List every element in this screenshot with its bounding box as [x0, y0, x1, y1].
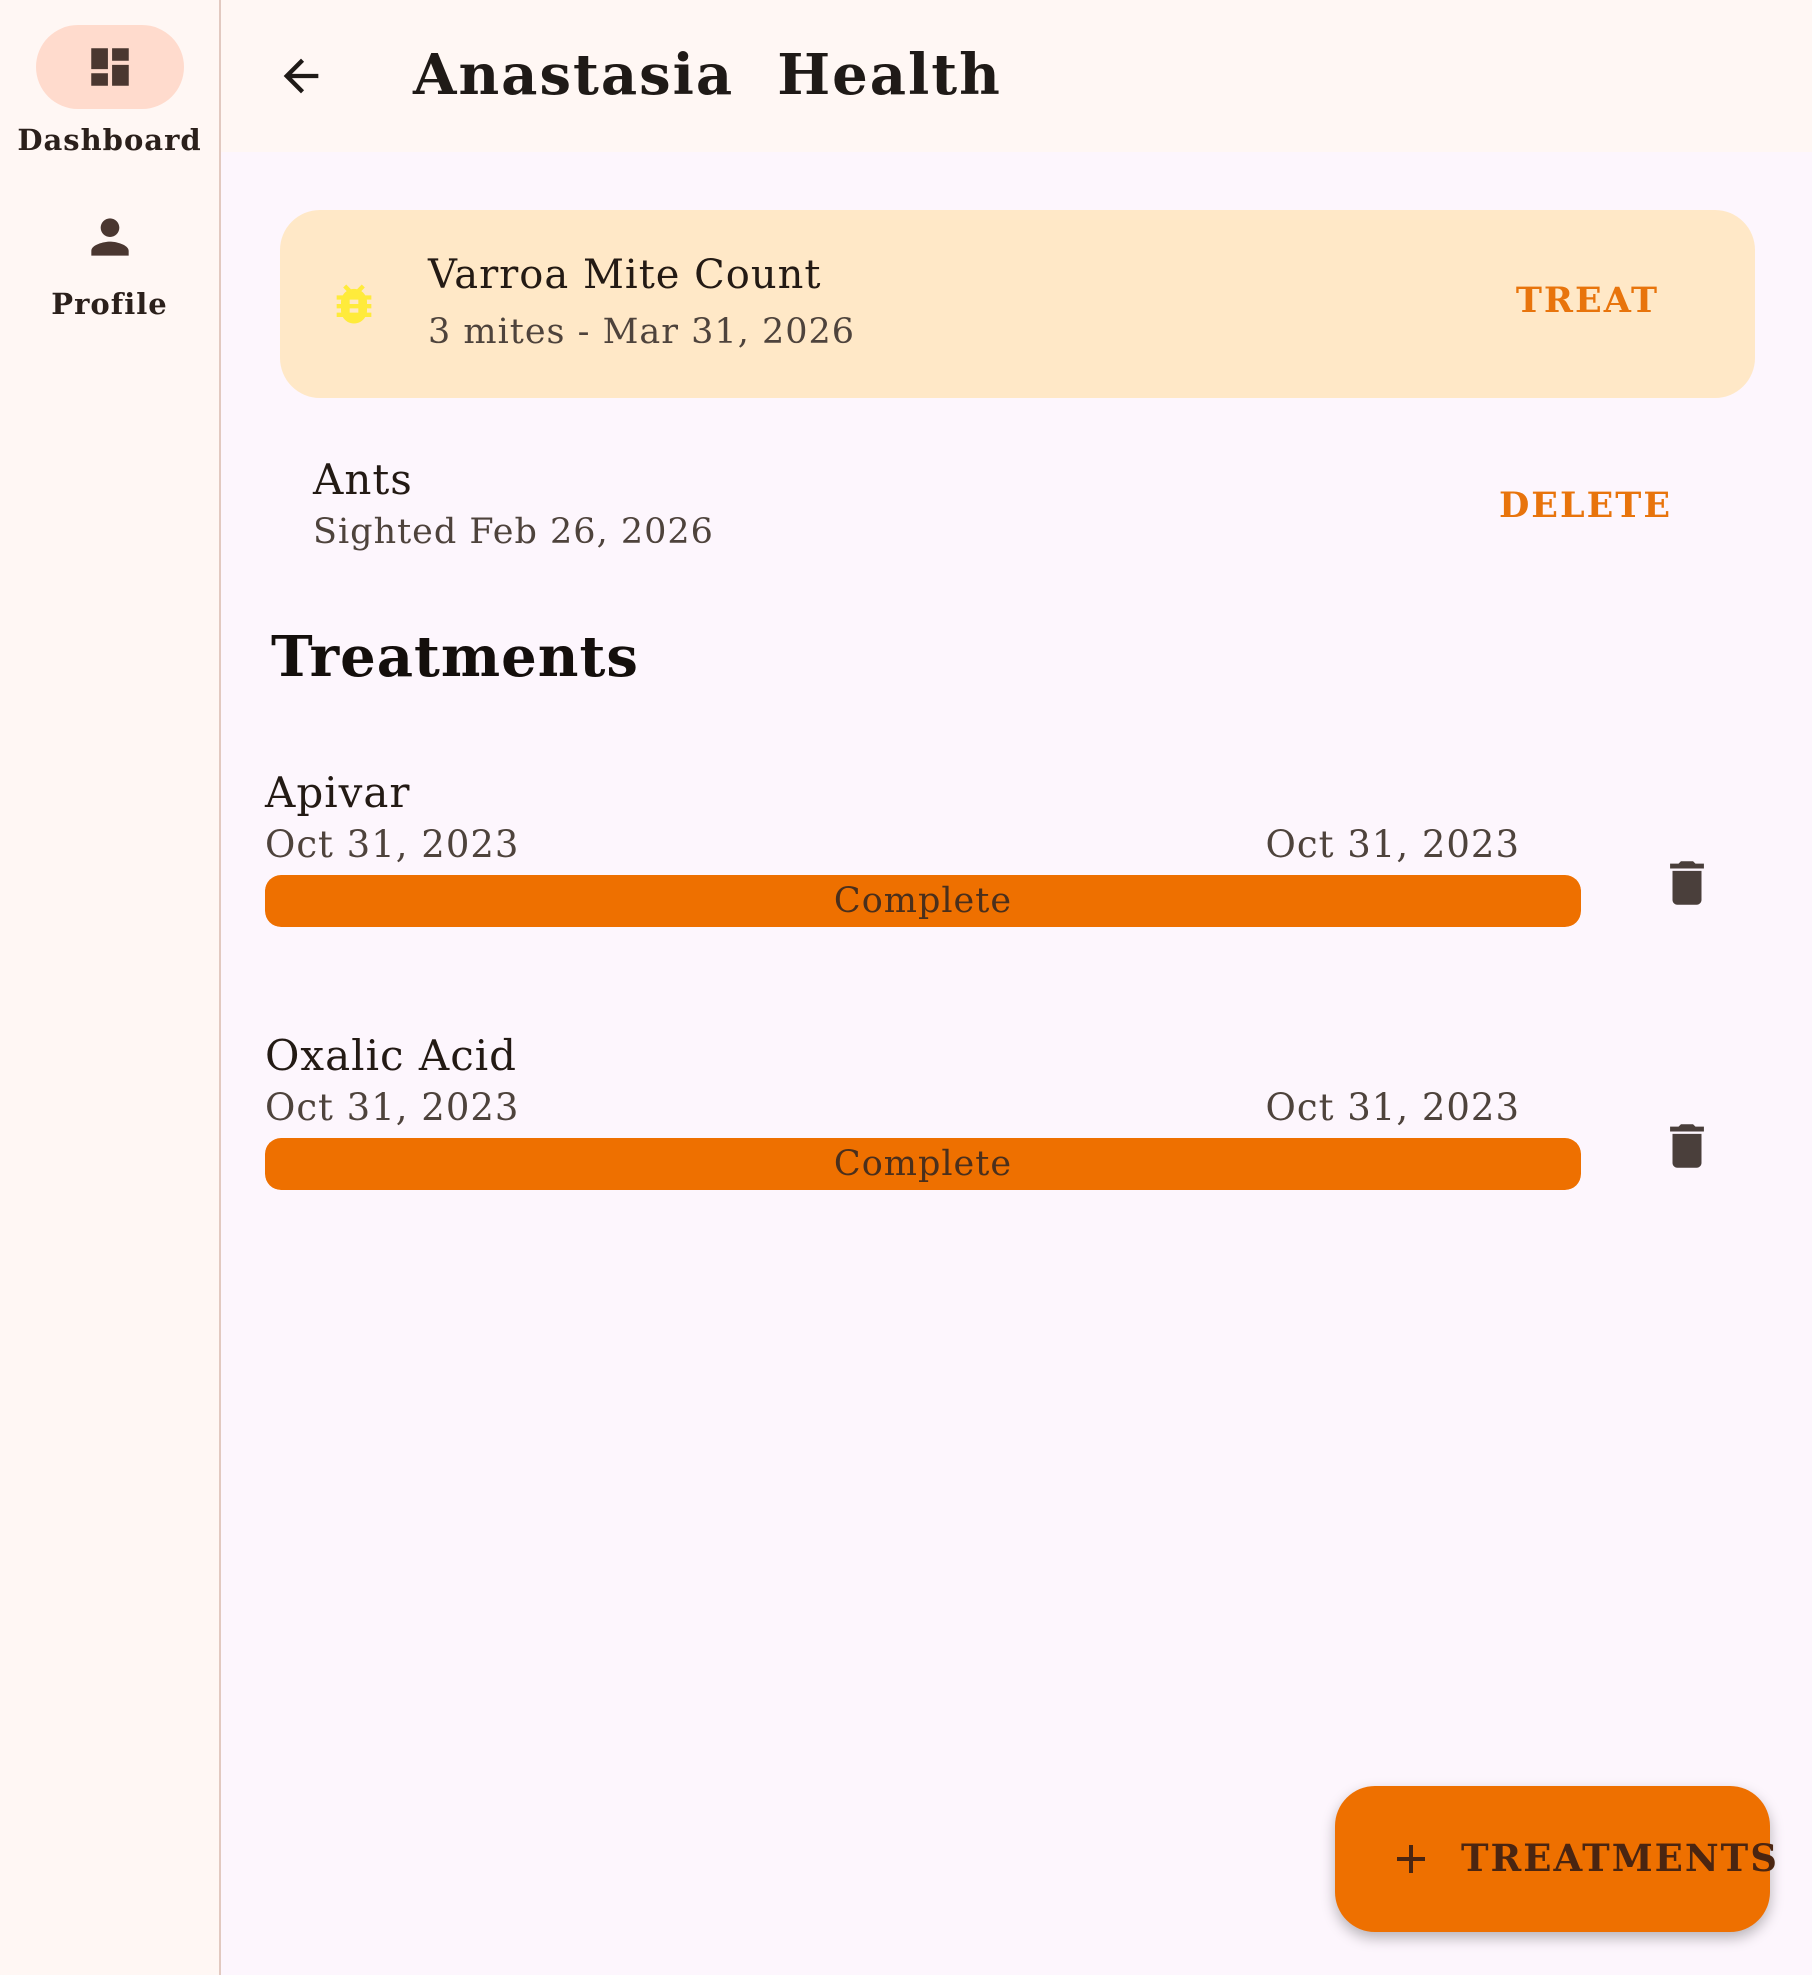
treatments-heading: Treatments — [271, 624, 639, 690]
app-bar: Anastasia Health — [221, 0, 1812, 152]
nav-item-dashboard-label: Dashboard — [17, 123, 202, 157]
nav-item-dashboard-indicator — [35, 25, 184, 109]
nav-item-profile-label: Profile — [51, 287, 168, 321]
page-title: Anastasia Health — [413, 42, 1002, 108]
delete-treatment-button[interactable] — [1657, 1111, 1717, 1181]
alert-subtitle: 3 mites - Mar 31, 2026 — [428, 312, 856, 352]
treatment-item: Apivar Oct 31, 2023 Oct 31, 2023 Complet… — [265, 768, 1715, 948]
dashboard-icon — [90, 48, 129, 86]
treatment-progress-bar: Complete — [265, 875, 1581, 927]
treatment-item: Oxalic Acid Oct 31, 2023 Oct 31, 2023 Co… — [265, 1031, 1715, 1211]
treatment-progress-bar: Complete — [265, 1138, 1581, 1190]
treatment-end-date: Oct 31, 2023 — [1265, 1086, 1520, 1129]
delete-sighting-button[interactable]: DELETE — [1499, 485, 1672, 526]
add-treatment-button[interactable]: TREATMENTS — [1335, 1786, 1777, 1932]
treatment-name: Oxalic Acid — [265, 1031, 518, 1080]
person-icon — [90, 218, 129, 256]
treatment-name: Apivar — [265, 768, 411, 817]
sighting-subtitle: Sighted Feb 26, 2026 — [313, 512, 714, 552]
bug-icon — [336, 284, 372, 324]
treatment-end-date: Oct 31, 2023 — [1265, 823, 1520, 866]
delete-treatment-button[interactable] — [1657, 848, 1717, 918]
treat-button[interactable]: TREAT — [1516, 280, 1659, 321]
plus-icon — [1397, 1845, 1425, 1873]
trash-icon — [1670, 1124, 1704, 1168]
treatment-start-date: Oct 31, 2023 — [265, 1086, 520, 1129]
sighting-title: Ants — [313, 455, 413, 504]
alert-title: Varroa Mite Count — [428, 252, 822, 298]
progress-status: Complete — [833, 881, 1013, 921]
nav-item-dashboard[interactable]: Dashboard — [0, 25, 219, 157]
navigation-rail: Dashboard Profile — [0, 0, 221, 1975]
varroa-alert-card: Varroa Mite Count 3 mites - Mar 31, 2026… — [280, 210, 1755, 398]
fab-label: TREATMENTS — [1461, 1836, 1779, 1880]
treatment-start-date: Oct 31, 2023 — [265, 823, 520, 866]
progress-status: Complete — [833, 1144, 1013, 1184]
nav-item-profile[interactable]: Profile — [0, 205, 219, 321]
back-button[interactable] — [269, 44, 333, 108]
nav-item-profile-indicator — [36, 205, 184, 269]
trash-icon — [1670, 861, 1704, 905]
arrow-back-icon — [283, 58, 319, 94]
